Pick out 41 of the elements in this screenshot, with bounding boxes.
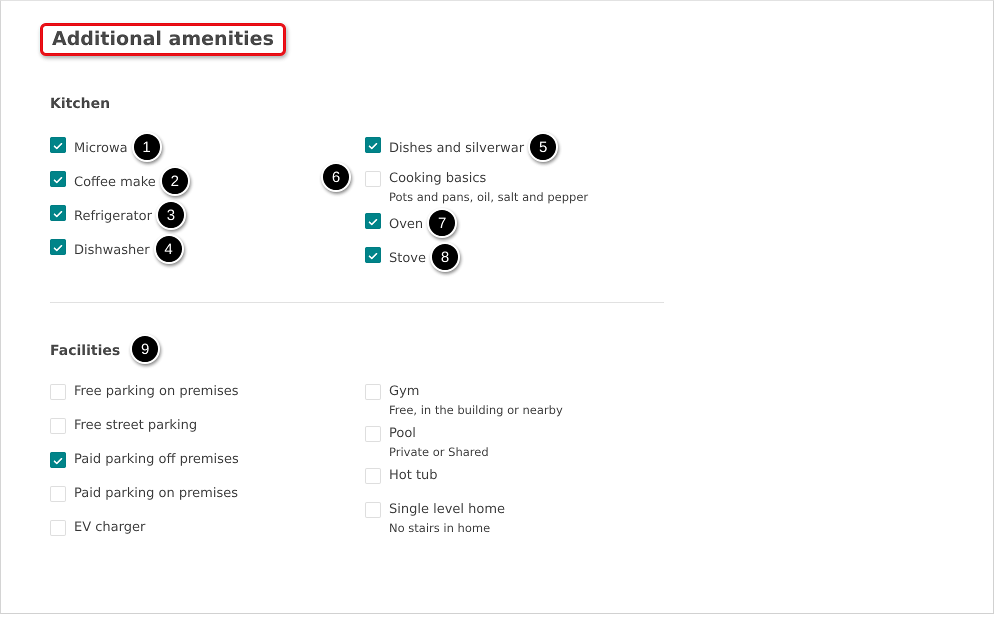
section-heading: Kitchen [50, 96, 110, 112]
amenity-label: Cooking basics [389, 170, 486, 188]
callout-badge: 5 [528, 132, 558, 162]
amenity-label: Oven [389, 216, 424, 234]
amenity-note: No stairs in home [389, 520, 492, 537]
checkbox[interactable] [50, 171, 66, 187]
checkbox[interactable] [365, 137, 381, 153]
amenity-label: Coffee make [74, 174, 156, 192]
checkbox[interactable] [50, 137, 66, 153]
callout-badge: 3 [156, 200, 186, 230]
checkbox[interactable] [365, 213, 381, 229]
checkbox[interactable] [50, 452, 66, 468]
amenity-label: Hot tub [389, 467, 438, 485]
amenity-label: Gym [389, 383, 420, 401]
amenity-note: Private or Shared [389, 444, 489, 461]
callout-badge: 6 [321, 162, 351, 192]
amenity-label: Dishes and silverwar [389, 140, 524, 158]
callout-badge: 8 [430, 242, 460, 272]
amenity-label: Single level home [389, 501, 505, 519]
checkbox[interactable] [50, 205, 66, 221]
amenity-label: Free street parking [74, 417, 198, 435]
amenity-label: Refrigerator [74, 208, 152, 226]
checkbox[interactable] [50, 239, 66, 255]
callout-badge: 1 [132, 132, 162, 162]
amenity-note: Free, in the building or nearby [389, 402, 563, 419]
callout-badge: 7 [427, 208, 458, 238]
amenity-label: Pool [389, 425, 416, 443]
section-heading: Facilities [50, 343, 120, 359]
amenity-label: EV charger [74, 519, 146, 537]
amenity-label: Microwa [74, 140, 128, 158]
amenity-label: Free parking on premises [74, 383, 238, 401]
amenity-label: Stove [389, 250, 426, 268]
callout-badge: 9 [130, 334, 160, 364]
amenity-label: Dishwasher [74, 242, 150, 260]
amenity-note: Pots and pans, oil, salt and pepper [389, 189, 588, 206]
callout-badge: 2 [160, 166, 190, 196]
amenity-label: Paid parking off premises [74, 451, 239, 469]
callout-badge: 4 [154, 234, 184, 264]
checkbox[interactable] [365, 247, 381, 263]
page-title: Additional amenities [40, 23, 286, 56]
amenity-label: Paid parking on premises [74, 485, 238, 503]
